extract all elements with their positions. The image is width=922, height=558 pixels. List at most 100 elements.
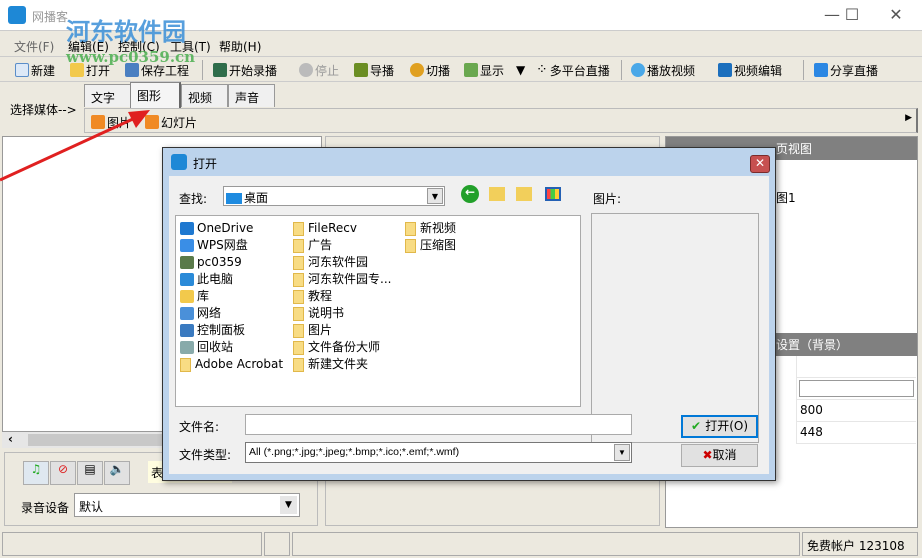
folder-icon bbox=[405, 221, 416, 236]
file-item[interactable]: OneDrive bbox=[180, 220, 290, 237]
toolbar-separator bbox=[803, 60, 804, 80]
share-icon bbox=[814, 63, 828, 77]
menu-file[interactable]: 文件(F) bbox=[14, 38, 54, 55]
status-cell bbox=[2, 532, 262, 556]
dialog-body: 查找: 桌面 ▼ ← 图片: OneDrive WPS网盘 pc0359 此电脑库网络控… bbox=[169, 176, 769, 474]
file-item[interactable]: 河东软件园专... bbox=[293, 271, 403, 288]
new-button[interactable]: 新建 bbox=[15, 61, 55, 79]
file-item[interactable]: 压缩图 bbox=[405, 237, 515, 254]
new-folder-icon[interactable] bbox=[516, 187, 532, 201]
film-icon bbox=[213, 63, 227, 77]
desktop-icon bbox=[226, 193, 242, 204]
maximize-button[interactable]: ☐ bbox=[832, 4, 872, 26]
notepad-button[interactable]: ▤ bbox=[77, 461, 103, 485]
folder-icon bbox=[293, 306, 304, 321]
file-item[interactable]: 回收站 bbox=[180, 339, 290, 356]
setting-width[interactable]: 800 bbox=[797, 400, 916, 422]
video-edit-button[interactable]: 视频编辑 bbox=[718, 61, 782, 79]
file-item-label: OneDrive bbox=[197, 221, 254, 235]
device-select[interactable]: 默认 ▼ bbox=[74, 493, 300, 517]
display-button[interactable]: 显示 ▼ bbox=[464, 61, 525, 79]
back-icon[interactable]: ← bbox=[461, 185, 479, 203]
scroll-left-icon[interactable]: ‹ bbox=[8, 432, 13, 446]
location-icon bbox=[180, 341, 194, 354]
file-item[interactable]: 此电脑 bbox=[180, 271, 290, 288]
music-button[interactable]: ♫ bbox=[23, 461, 49, 485]
device-value: 默认 bbox=[79, 500, 104, 514]
play-video-button[interactable]: 播放视频 bbox=[631, 61, 695, 79]
monitor-icon bbox=[464, 63, 478, 77]
setting-input[interactable] bbox=[799, 380, 914, 397]
file-list[interactable]: OneDrive WPS网盘 pc0359 此电脑库网络控制面板回收站 Adobe Ac… bbox=[175, 215, 581, 407]
chevron-down-icon[interactable]: ▼ bbox=[280, 496, 297, 514]
chevron-down-icon[interactable]: ▼ bbox=[516, 63, 525, 77]
location-icon bbox=[180, 290, 194, 303]
file-item-label: 控制面板 bbox=[197, 323, 246, 337]
direct-button[interactable]: 导播 bbox=[354, 61, 394, 79]
toolbar-separator bbox=[621, 60, 622, 80]
file-item[interactable]: 控制面板 bbox=[180, 322, 290, 339]
cancel-button-label: 取消 bbox=[712, 448, 737, 462]
file-item[interactable]: WPS网盘 bbox=[180, 237, 290, 254]
filetype-select[interactable]: All (*.png;*.jpg;*.jpeg;*.bmp;*.ico;*.em… bbox=[245, 442, 632, 463]
menu-help[interactable]: 帮助(H) bbox=[219, 38, 261, 55]
view-menu-icon[interactable] bbox=[545, 187, 561, 201]
lookin-label: 查找: bbox=[179, 192, 208, 206]
file-item[interactable]: Adobe Acrobat bbox=[180, 356, 290, 373]
dialog-app-icon bbox=[171, 154, 187, 170]
share-live-button[interactable]: 分享直播 bbox=[814, 61, 878, 79]
tab-audio[interactable]: 声音 bbox=[228, 84, 275, 107]
x-icon: ✖ bbox=[702, 448, 713, 462]
file-item[interactable]: 网络 bbox=[180, 305, 290, 322]
location-icon bbox=[180, 239, 194, 252]
view-item[interactable]: 图1 bbox=[776, 189, 796, 206]
filename-label: 文件名: bbox=[179, 420, 220, 434]
block-button[interactable]: ⊘ bbox=[50, 461, 76, 485]
scroll-right-icon[interactable]: ▶ bbox=[905, 113, 912, 123]
folder-icon bbox=[293, 289, 304, 304]
file-item[interactable]: 新建文件夹 bbox=[293, 356, 403, 373]
open-dialog: 打开 ✕ 查找: 桌面 ▼ ← 图片: OneDrive WPS网盘 pc0359 此电… bbox=[162, 147, 776, 481]
file-item[interactable]: 广告 bbox=[293, 237, 403, 254]
folder-icon bbox=[293, 255, 304, 270]
watermark-url: www.pc0359.cn bbox=[66, 48, 196, 66]
stop-button[interactable]: 停止 bbox=[299, 61, 339, 79]
open-button[interactable]: ✔ 打开(O) bbox=[681, 415, 758, 438]
cancel-button[interactable]: ✖取消 bbox=[681, 444, 758, 467]
file-item[interactable]: 河东软件园 bbox=[293, 254, 403, 271]
file-item[interactable]: 说明书 bbox=[293, 305, 403, 322]
multi-platform-button[interactable]: ⁘ 多平台直播 bbox=[536, 61, 610, 79]
media-subbar: 图片 幻灯片 ▶ bbox=[84, 108, 918, 133]
file-item[interactable]: 图片 bbox=[293, 322, 403, 339]
chevron-down-icon[interactable]: ▼ bbox=[614, 444, 630, 461]
file-item-label: 网络 bbox=[197, 306, 222, 320]
switch-button[interactable]: 切播 bbox=[410, 61, 450, 79]
toolbar-separator bbox=[202, 60, 203, 80]
file-item[interactable]: 教程 bbox=[293, 288, 403, 305]
speaker-button[interactable]: 🔈 bbox=[104, 461, 130, 485]
file-item-label: 库 bbox=[197, 289, 210, 303]
folder-icon bbox=[293, 272, 304, 287]
location-icon bbox=[180, 256, 194, 269]
filename-input[interactable] bbox=[245, 414, 632, 435]
lookin-value: 桌面 bbox=[244, 191, 269, 205]
file-item[interactable]: FileRecv bbox=[293, 220, 403, 237]
start-record-button[interactable]: 开始录播 bbox=[213, 61, 277, 79]
lookin-select[interactable]: 桌面 ▼ bbox=[223, 186, 445, 206]
file-item[interactable]: 文件备份大师 bbox=[293, 339, 403, 356]
close-button[interactable]: ✕ bbox=[876, 4, 916, 26]
tab-video[interactable]: 视频 bbox=[181, 84, 228, 107]
annotation-arrow bbox=[0, 110, 150, 182]
file-item[interactable]: 新视频 bbox=[405, 220, 515, 237]
file-item-label: 河东软件园 bbox=[308, 255, 369, 269]
up-folder-icon[interactable] bbox=[489, 187, 505, 201]
file-item[interactable]: pc0359 bbox=[180, 254, 290, 271]
location-icon bbox=[180, 273, 194, 286]
director-icon bbox=[354, 63, 368, 77]
dialog-close-button[interactable]: ✕ bbox=[750, 155, 770, 173]
chevron-down-icon[interactable]: ▼ bbox=[427, 188, 443, 204]
network-icon: ⁘ bbox=[536, 62, 548, 78]
file-item[interactable]: 库 bbox=[180, 288, 290, 305]
filetype-value: All (*.png;*.jpg;*.jpeg;*.bmp;*.ico;*.em… bbox=[249, 446, 460, 458]
setting-height[interactable]: 448 bbox=[797, 422, 916, 444]
